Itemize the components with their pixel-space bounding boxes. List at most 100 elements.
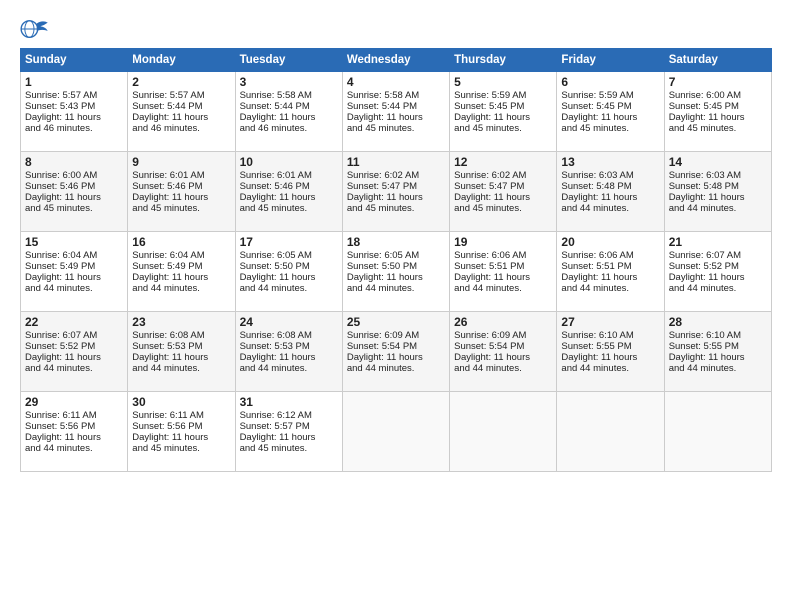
day-number: 19 [454, 235, 552, 249]
cell-text: and 45 minutes. [240, 443, 338, 454]
calendar-cell: 20Sunrise: 6:06 AMSunset: 5:51 PMDayligh… [557, 232, 664, 312]
calendar-cell: 15Sunrise: 6:04 AMSunset: 5:49 PMDayligh… [21, 232, 128, 312]
day-number: 2 [132, 75, 230, 89]
cell-text: Daylight: 11 hours [240, 272, 338, 283]
week-row-5: 29Sunrise: 6:11 AMSunset: 5:56 PMDayligh… [21, 392, 772, 472]
cell-text: Sunset: 5:44 PM [240, 101, 338, 112]
col-header-saturday: Saturday [664, 49, 771, 72]
cell-text: Sunrise: 6:04 AM [132, 250, 230, 261]
calendar-cell: 1Sunrise: 5:57 AMSunset: 5:43 PMDaylight… [21, 72, 128, 152]
calendar-cell: 31Sunrise: 6:12 AMSunset: 5:57 PMDayligh… [235, 392, 342, 472]
cell-text: Sunset: 5:53 PM [240, 341, 338, 352]
cell-text: Daylight: 11 hours [669, 112, 767, 123]
day-number: 9 [132, 155, 230, 169]
cell-text: Daylight: 11 hours [132, 112, 230, 123]
cell-text: and 46 minutes. [132, 123, 230, 134]
cell-text: Sunrise: 6:01 AM [132, 170, 230, 181]
cell-text: Sunset: 5:50 PM [347, 261, 445, 272]
cell-text: and 44 minutes. [669, 203, 767, 214]
cell-text: Daylight: 11 hours [347, 352, 445, 363]
calendar-cell: 13Sunrise: 6:03 AMSunset: 5:48 PMDayligh… [557, 152, 664, 232]
cell-text: Sunset: 5:52 PM [669, 261, 767, 272]
cell-text: Sunrise: 6:03 AM [561, 170, 659, 181]
cell-text: Sunset: 5:47 PM [347, 181, 445, 192]
day-number: 3 [240, 75, 338, 89]
cell-text: and 45 minutes. [561, 123, 659, 134]
day-number: 4 [347, 75, 445, 89]
cell-text: Sunrise: 6:10 AM [561, 330, 659, 341]
cell-text: and 44 minutes. [132, 363, 230, 374]
cell-text: Sunset: 5:43 PM [25, 101, 123, 112]
day-number: 22 [25, 315, 123, 329]
cell-text: and 45 minutes. [132, 203, 230, 214]
calendar-cell: 29Sunrise: 6:11 AMSunset: 5:56 PMDayligh… [21, 392, 128, 472]
cell-text: Sunset: 5:56 PM [25, 421, 123, 432]
calendar-cell: 28Sunrise: 6:10 AMSunset: 5:55 PMDayligh… [664, 312, 771, 392]
calendar-cell: 6Sunrise: 5:59 AMSunset: 5:45 PMDaylight… [557, 72, 664, 152]
calendar-cell: 7Sunrise: 6:00 AMSunset: 5:45 PMDaylight… [664, 72, 771, 152]
cell-text: and 44 minutes. [347, 363, 445, 374]
cell-text: Daylight: 11 hours [347, 272, 445, 283]
day-number: 12 [454, 155, 552, 169]
cell-text: Daylight: 11 hours [561, 352, 659, 363]
day-number: 30 [132, 395, 230, 409]
cell-text: Sunrise: 6:02 AM [454, 170, 552, 181]
calendar-table: SundayMondayTuesdayWednesdayThursdayFrid… [20, 48, 772, 472]
cell-text: and 45 minutes. [347, 123, 445, 134]
cell-text: and 44 minutes. [454, 363, 552, 374]
day-number: 26 [454, 315, 552, 329]
cell-text: Daylight: 11 hours [25, 272, 123, 283]
cell-text: and 44 minutes. [240, 363, 338, 374]
cell-text: Daylight: 11 hours [240, 352, 338, 363]
cell-text: and 46 minutes. [25, 123, 123, 134]
cell-text: and 44 minutes. [240, 283, 338, 294]
week-row-1: 1Sunrise: 5:57 AMSunset: 5:43 PMDaylight… [21, 72, 772, 152]
cell-text: Daylight: 11 hours [132, 352, 230, 363]
cell-text: Daylight: 11 hours [240, 432, 338, 443]
header-row: SundayMondayTuesdayWednesdayThursdayFrid… [21, 49, 772, 72]
cell-text: and 44 minutes. [347, 283, 445, 294]
calendar-cell [664, 392, 771, 472]
calendar-cell: 2Sunrise: 5:57 AMSunset: 5:44 PMDaylight… [128, 72, 235, 152]
cell-text: Daylight: 11 hours [669, 192, 767, 203]
cell-text: Sunrise: 6:07 AM [669, 250, 767, 261]
cell-text: Sunrise: 6:05 AM [347, 250, 445, 261]
cell-text: Sunrise: 5:58 AM [240, 90, 338, 101]
cell-text: Sunset: 5:45 PM [669, 101, 767, 112]
day-number: 25 [347, 315, 445, 329]
cell-text: and 45 minutes. [454, 203, 552, 214]
day-number: 6 [561, 75, 659, 89]
calendar-cell: 27Sunrise: 6:10 AMSunset: 5:55 PMDayligh… [557, 312, 664, 392]
day-number: 7 [669, 75, 767, 89]
week-row-2: 8Sunrise: 6:00 AMSunset: 5:46 PMDaylight… [21, 152, 772, 232]
calendar-cell: 24Sunrise: 6:08 AMSunset: 5:53 PMDayligh… [235, 312, 342, 392]
day-number: 18 [347, 235, 445, 249]
calendar-cell: 23Sunrise: 6:08 AMSunset: 5:53 PMDayligh… [128, 312, 235, 392]
calendar-cell: 21Sunrise: 6:07 AMSunset: 5:52 PMDayligh… [664, 232, 771, 312]
cell-text: Sunset: 5:46 PM [132, 181, 230, 192]
cell-text: Daylight: 11 hours [347, 112, 445, 123]
cell-text: Daylight: 11 hours [454, 352, 552, 363]
cell-text: and 46 minutes. [240, 123, 338, 134]
cell-text: Daylight: 11 hours [561, 112, 659, 123]
cell-text: Sunrise: 6:09 AM [454, 330, 552, 341]
cell-text: Sunrise: 6:09 AM [347, 330, 445, 341]
calendar-cell: 12Sunrise: 6:02 AMSunset: 5:47 PMDayligh… [450, 152, 557, 232]
cell-text: and 44 minutes. [25, 443, 123, 454]
cell-text: and 45 minutes. [669, 123, 767, 134]
cell-text: Sunset: 5:48 PM [669, 181, 767, 192]
calendar-cell: 4Sunrise: 5:58 AMSunset: 5:44 PMDaylight… [342, 72, 449, 152]
day-number: 15 [25, 235, 123, 249]
cell-text: Sunrise: 5:59 AM [561, 90, 659, 101]
col-header-sunday: Sunday [21, 49, 128, 72]
calendar-cell: 16Sunrise: 6:04 AMSunset: 5:49 PMDayligh… [128, 232, 235, 312]
cell-text: and 44 minutes. [669, 363, 767, 374]
col-header-monday: Monday [128, 49, 235, 72]
cell-text: Sunrise: 6:10 AM [669, 330, 767, 341]
day-number: 24 [240, 315, 338, 329]
cell-text: Sunset: 5:54 PM [347, 341, 445, 352]
cell-text: Sunrise: 6:01 AM [240, 170, 338, 181]
cell-text: Daylight: 11 hours [669, 352, 767, 363]
day-number: 5 [454, 75, 552, 89]
calendar-cell: 10Sunrise: 6:01 AMSunset: 5:46 PMDayligh… [235, 152, 342, 232]
